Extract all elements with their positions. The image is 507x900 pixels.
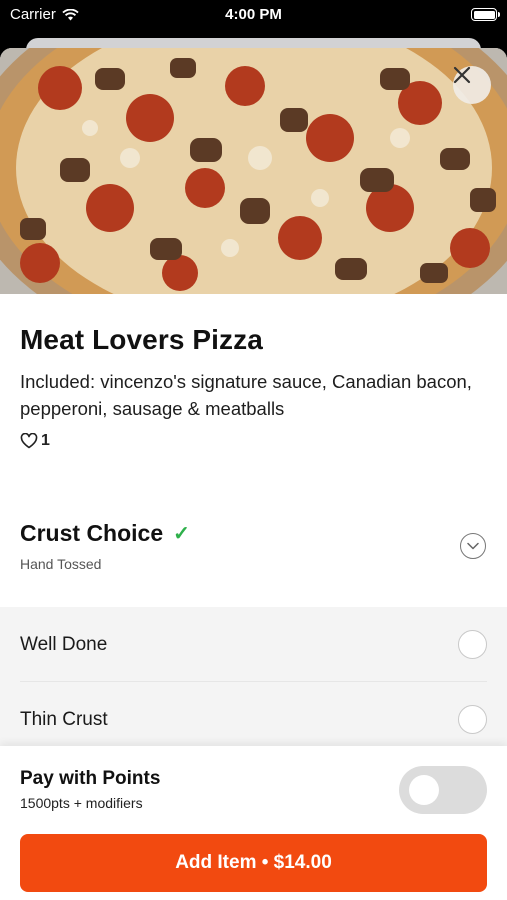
pizza-photo [0,48,507,294]
toggle-knob [409,775,439,805]
add-item-button[interactable]: Add Item • $14.00 [20,834,487,892]
close-button[interactable] [453,66,491,104]
crust-title: Crust Choice [20,520,164,546]
pizza-image [0,48,507,294]
crust-option-well-done[interactable]: Well Done [0,607,507,682]
radio-button[interactable] [458,705,487,734]
heart-icon [20,433,38,449]
crust-title-row: Crust Choice ✓ [20,520,190,547]
item-title: Meat Lovers Pizza [20,324,263,355]
like-count: 1 [41,432,50,449]
checkout-footer: Pay with Points 1500pts + modifiers Add … [0,746,507,900]
item-detail-sheet: Meat Lovers Pizza Included: vincenzo's s… [0,48,507,900]
checkmark-icon: ✓ [173,523,190,545]
screen: Carrier 4:00 PM Meat Lovers Pizza Includ… [0,0,507,900]
like-button[interactable]: 1 [20,432,487,450]
option-label: Thin Crust [20,708,108,730]
close-icon [453,66,471,84]
item-info: Meat Lovers Pizza Included: vincenzo's s… [0,294,507,450]
pay-with-points-toggle[interactable] [399,766,487,814]
points-title: Pay with Points [20,768,161,789]
chevron-down-icon[interactable] [460,533,486,559]
item-description: Included: vincenzo's signature sauce, Ca… [20,371,472,419]
status-time: 4:00 PM [225,6,282,23]
status-bar: Carrier 4:00 PM [0,0,507,30]
battery-icon [471,8,500,21]
option-label: Well Done [20,633,108,655]
points-subtitle: 1500pts + modifiers [20,795,143,811]
crust-selected-value: Hand Tossed [20,556,102,572]
radio-button[interactable] [458,630,487,659]
